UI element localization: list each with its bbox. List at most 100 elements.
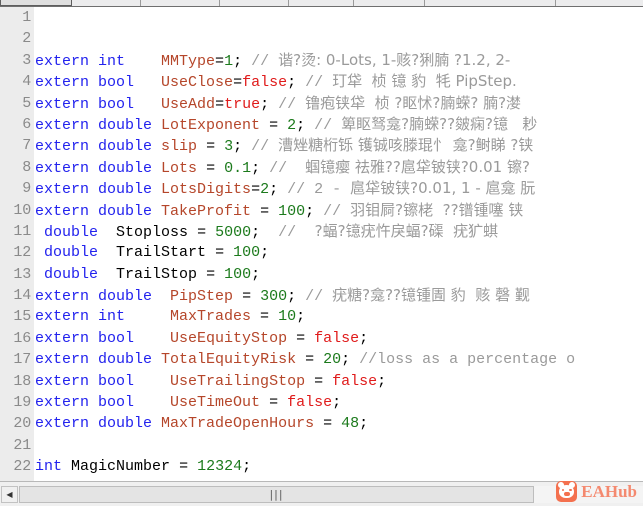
code-line-text[interactable]: extern double TotalEquityRisk = 20; //lo… (34, 349, 643, 370)
token-op (152, 117, 161, 134)
code-line-text[interactable]: extern bool UseClose=false; // 玎牮 桢 镱 豹 … (34, 71, 643, 92)
code-line-text[interactable] (34, 28, 643, 49)
code-line[interactable]: 11 double Stoploss = 5000; // ?蝠?镱疣忤戾蝠?磲… (0, 220, 643, 243)
code-line[interactable]: 4 extern bool UseClose=false; // 玎牮 桢 镱 豹… (0, 71, 643, 93)
token-op: = (197, 138, 225, 156)
scroll-left-arrow-icon[interactable]: ◀ (1, 485, 18, 503)
code-line[interactable]: 14 extern double PipStep = 300; // 疣糖?龛??… (0, 285, 643, 307)
token-num: 12324 (197, 458, 243, 476)
code-line-text[interactable]: extern double LotExponent = 2; // 箄眍驽龛?腩… (34, 114, 643, 135)
code-line[interactable]: 5 extern bool UseAdd=true; // 镥疱铗牮 桢 ?眍怵?… (0, 92, 643, 114)
scrollbar-thumb[interactable]: ||| (19, 485, 534, 503)
line-number: 1 (0, 7, 34, 29)
token-bool: false (314, 329, 360, 347)
code-line-text[interactable]: extern double slip = 3; // 漕矬糖桁铄 镬铖咳滕琨忄 … (34, 135, 643, 156)
token-cjk: 疣糖?龛??镱锺圊 豹 赅 磬 觐 (332, 286, 530, 305)
token-kw: double (44, 244, 99, 262)
scrollbar-track[interactable]: ||| (19, 485, 643, 503)
token-cmt: // (269, 159, 306, 177)
code-line[interactable]: 17 extern double TotalEquityRisk = 20; //… (0, 349, 643, 371)
code-line[interactable]: 7 extern double slip = 3; // 漕矬糖桁铄 镬铖咳滕琨忄… (0, 135, 643, 157)
token-kw: extern int (35, 52, 126, 70)
token-cjk: 谐?烫: 0-Lots, 1-赅?猁腩 ?1.2, 2- (278, 50, 511, 69)
code-line[interactable]: 19 extern bool UseTimeOut = false; (0, 392, 643, 414)
code-line[interactable]: 9 extern double LotsDigits=2; // 2 - 扈牮铍铗… (0, 178, 643, 200)
token-op: ; (260, 95, 279, 113)
token-op (134, 74, 161, 91)
code-line[interactable]: 3 extern int MMType=1; // 谐?烫: 0-Lots, 1-… (0, 49, 643, 72)
toolbar[interactable] (0, 0, 643, 7)
token-kw: extern double (35, 351, 153, 369)
code-line[interactable]: 20 extern double MaxTradeOpenHours = 48; (0, 413, 643, 435)
code-editor-viewport[interactable]: 1 2 3 extern int MMType=1; // 谐?烫: 0-Lots, … (0, 7, 643, 481)
code-line-text[interactable]: extern double TakeProfit = 100; // 羽钼屙?镲… (34, 200, 643, 221)
toolbar-grip[interactable] (0, 0, 72, 6)
code-line-text[interactable]: extern double MaxTradeOpenHours = 48; (34, 413, 643, 434)
code-line[interactable]: 8 extern double Lots = 0.1; // 蝈镱瘿 祛雅??扈牮… (0, 156, 643, 179)
token-kw: extern double (35, 181, 153, 199)
token-op: ; (341, 351, 360, 369)
token-op (152, 288, 170, 305)
code-line[interactable]: 16 extern bool UseEquityStop = false; (0, 327, 643, 350)
code-line[interactable]: 18 extern bool UseTrailingStop = false; (0, 370, 643, 393)
line-number: 16 (0, 327, 34, 350)
token-var: TotalEquityRisk (161, 351, 297, 369)
code-line-text[interactable]: double TrailStop = 100; (34, 264, 643, 285)
code-line-text[interactable]: extern bool UseAdd=true; // 镥疱铗牮 桢 ?眍怵?腩… (34, 93, 643, 114)
token-num: 5000 (215, 223, 252, 241)
code-line[interactable]: 21 (0, 434, 643, 457)
token-op (152, 160, 161, 177)
code-line-text[interactable]: double TrailStart = 100; (34, 242, 643, 263)
line-number: 3 (0, 49, 34, 72)
token-num: 1 (224, 52, 234, 70)
code-line-text[interactable]: extern bool UseTrailingStop = false; (34, 371, 643, 392)
code-line[interactable]: 1 (0, 7, 643, 29)
code-line-text[interactable]: double Stoploss = 5000; // ?蝠?镱疣忤戾蝠?磲 疣犷… (34, 221, 643, 242)
code-line-text[interactable]: extern int MMType=1; // 谐?烫: 0-Lots, 1-赅… (34, 50, 643, 71)
code-line-text[interactable]: extern double PipStep = 300; // 疣糖?龛??镱锺… (34, 285, 643, 306)
code-line-text[interactable] (34, 435, 643, 456)
token-op: ; (251, 159, 270, 177)
token-op (98, 266, 116, 283)
token-num: 2 (287, 116, 297, 134)
code-line[interactable]: 15 extern int MaxTrades = 10; (0, 306, 643, 328)
token-cmt: // (305, 74, 333, 92)
token-cmt: // (314, 116, 342, 134)
token-kw: extern bool (35, 95, 135, 113)
token-op (35, 266, 44, 283)
token-op (152, 181, 161, 198)
code-line[interactable]: 12 double TrailStart = 100; (0, 242, 643, 264)
code-line-text[interactable]: extern bool UseTimeOut = false; (34, 392, 643, 413)
line-number: 12 (0, 242, 34, 264)
code-line[interactable]: 22 int MagicNumber = 12324; (0, 456, 643, 478)
token-num: 3 (224, 138, 234, 156)
code-lines[interactable]: 1 2 3 extern int MMType=1; // 谐?烫: 0-Lots, … (0, 7, 643, 481)
horizontal-scrollbar[interactable]: ◀ ||| (0, 481, 643, 506)
token-var: UseAdd (161, 95, 216, 113)
token-var: slip (161, 138, 198, 156)
token-cjk: 蝈镱瘿 祛雅??扈牮铍铗?0.01 镲? (305, 157, 530, 176)
token-cjk: 羽钼屙?镲栳 ??镨锺噻 铗 (350, 200, 524, 219)
code-line[interactable]: 2 (0, 28, 643, 50)
token-kw: extern bool (35, 74, 135, 92)
line-number: 14 (0, 285, 34, 307)
token-op: ; (242, 458, 252, 476)
token-op: ; (359, 415, 369, 433)
token-var2: MagicNumber (71, 458, 171, 476)
code-line[interactable]: 10 extern double TakeProfit = 100; // 羽钼屙… (0, 199, 643, 221)
code-line-text[interactable]: extern double Lots = 0.1; // 蝈镱瘿 祛雅??扈牮铍… (34, 157, 643, 178)
token-op: ; (233, 138, 252, 156)
token-op: = (197, 159, 225, 177)
code-line-text[interactable]: extern double LotsDigits=2; // 2 - 扈牮铍铗?… (34, 178, 643, 199)
code-line[interactable]: 6 extern double LotExponent = 2; // 箄眍驽龛?… (0, 113, 643, 136)
code-line-text[interactable]: extern bool UseEquityStop = false; (34, 328, 643, 349)
token-op (134, 373, 170, 390)
code-line-text[interactable]: extern int MaxTrades = 10; (34, 306, 643, 327)
token-op: = (188, 223, 216, 241)
token-op: = (197, 265, 225, 283)
code-line-text[interactable]: int MagicNumber = 12324; (34, 456, 643, 477)
code-line-text[interactable] (34, 7, 643, 28)
token-var: MMType (161, 52, 216, 70)
token-var2: Stoploss (116, 223, 189, 241)
code-line[interactable]: 13 double TrailStop = 100; (0, 263, 643, 286)
